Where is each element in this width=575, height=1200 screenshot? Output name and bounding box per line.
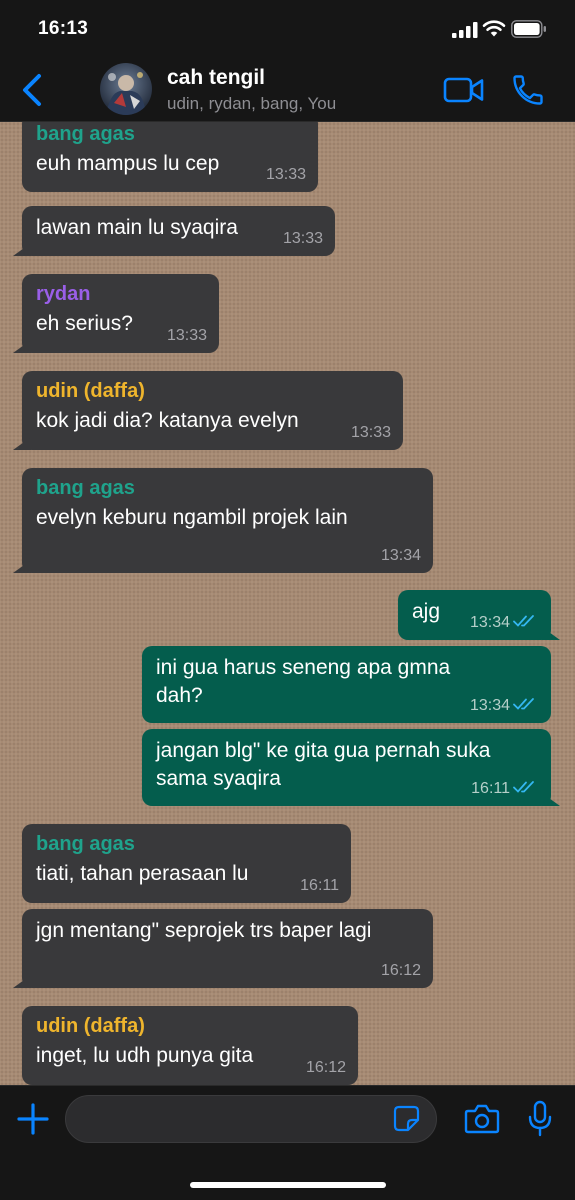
camera-icon[interactable] [464,1103,500,1135]
message-sender: rydan [36,283,91,305]
chat-title[interactable]: cah tengil [167,66,265,90]
message-bubble[interactable]: bang agas evelyn keburu ngambil projek l… [13,468,433,573]
message-text-line: jangan blg" ke gita gua pernah suka [156,739,491,762]
message-text: kok jadi dia? katanya evelyn [36,409,299,432]
message-bubble[interactable]: jgn mentang" seprojek trs baper lagi 16:… [13,909,433,988]
read-receipt-icon [513,615,534,627]
message-time: 13:34 [469,614,510,631]
message-status: 13:34 [470,697,539,715]
message-text: evelyn keburu ngambil projek lain [36,506,348,529]
battery-icon [511,20,546,38]
message-time: 13:34 [469,697,510,714]
message-bubble[interactable]: bang agas tiati, tahan perasaan lu 16:11 [22,824,351,903]
message-text: jgn mentang" seprojek trs baper lagi [36,919,372,942]
message-time: 16:11 [471,780,510,797]
plus-icon[interactable] [17,1103,49,1135]
message-text: inget, lu udh punya gita [36,1044,254,1067]
voice-call-icon[interactable] [510,72,546,108]
message-text: euh mampus lu cep [36,152,220,175]
message-sender: udin (daffa) [36,1015,145,1037]
message-time: 13:33 [265,166,306,183]
message-bubble[interactable]: jangan blg" ke gita gua pernah suka sama… [142,729,560,806]
message-sender: udin (daffa) [36,380,145,402]
message-list[interactable]: bang agas euh mampus lu cep 13:33 lawan … [0,122,575,1085]
message-sender: bang agas [36,123,135,145]
message-time: 16:12 [380,962,421,979]
message-text: tiati, tahan perasaan lu [36,862,249,885]
phone-screen: 16:13 cah tengil udin, rydan, bang, You … [0,0,575,1200]
message-time: 13:33 [166,327,207,344]
message-status: 13:34 [470,614,539,632]
message-status: 16:11 [471,780,539,798]
chat-members[interactable]: udin, rydan, bang, You [167,94,336,114]
message-sender: bang agas [36,477,135,499]
video-call-icon[interactable] [443,75,485,105]
message-text: lawan main lu syaqira [36,216,238,239]
message-time: 13:33 [282,230,323,247]
message-bubble[interactable]: udin (daffa) inget, lu udh punya gita 16… [22,1006,358,1085]
status-bar: 16:13 [0,0,575,56]
message-bubble[interactable]: lawan main lu syaqira 13:33 [13,206,335,256]
microphone-icon[interactable] [527,1100,553,1138]
compose-bar [0,1085,575,1200]
message-time: 13:33 [350,424,391,441]
status-time: 16:13 [38,18,89,39]
chat-header: cah tengil udin, rydan, bang, You [0,56,575,122]
message-bubble[interactable]: rydan eh serius? 13:33 [13,274,219,353]
message-bubble[interactable]: udin (daffa) kok jadi dia? katanya evely… [13,371,403,450]
message-bubble[interactable]: ajg 13:34 [398,590,560,640]
home-indicator[interactable] [190,1182,386,1188]
cellular-signal-icon [452,22,478,38]
sticker-icon[interactable] [393,1105,420,1132]
message-bubble[interactable]: bang agas euh mampus lu cep 13:33 [22,122,318,192]
read-receipt-icon [513,781,534,793]
message-text-line: ini gua harus seneng apa gmna [156,656,451,679]
group-avatar[interactable] [100,63,152,115]
message-time: 16:12 [305,1059,346,1076]
read-receipt-icon [513,698,534,710]
message-bubble[interactable]: ini gua harus seneng apa gmna dah? 13:34 [142,646,551,723]
message-input[interactable] [65,1095,437,1143]
back-chevron-icon[interactable] [18,72,48,108]
wifi-icon [482,20,506,37]
message-time: 13:34 [380,547,421,564]
message-time: 16:11 [300,877,339,894]
message-sender: bang agas [36,833,135,855]
